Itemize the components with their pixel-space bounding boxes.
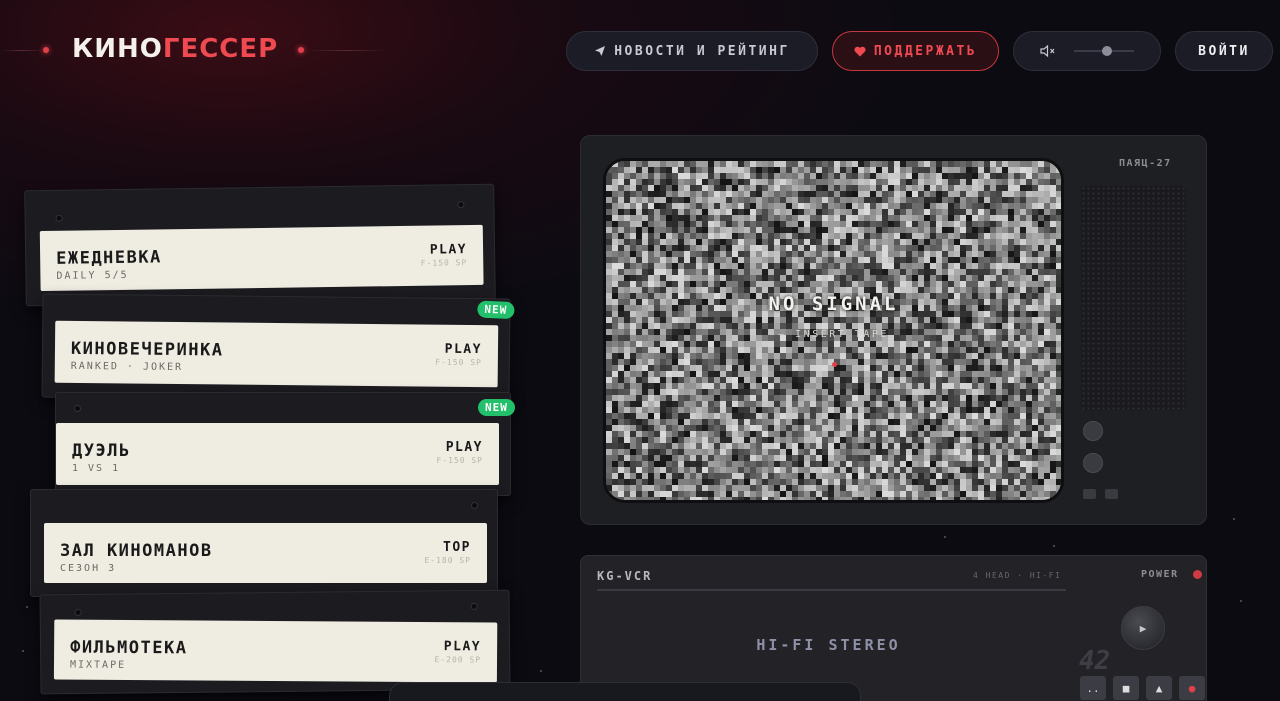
logo[interactable]: КИНОГЕССЕР [72,34,278,64]
tv-screen[interactable]: NO SIGNAL — INSERT TAPE [603,158,1064,503]
tape-slot [597,589,1066,591]
star-decoration [1240,600,1242,602]
page: КИНОГЕССЕР НОВОСТИ И РЕЙТИНГ ПОДДЕРЖАТЬ … [0,0,1280,701]
play-label[interactable]: PLAY [445,342,482,357]
bottom-panel [389,682,861,701]
news-rating-label: НОВОСТИ И РЕЙТИНГ [614,43,790,59]
volume-slider-handle[interactable] [1102,46,1112,56]
header-line [306,50,386,51]
cassette-subtitle: MIXTAPE [69,659,127,671]
stop-button[interactable]: ■ [1113,676,1139,700]
support-label: ПОДДЕРЖАТЬ [873,43,978,59]
screw [74,405,81,412]
new-badge: NEW [477,300,515,320]
login-button[interactable]: ВОЙТИ [1175,31,1273,71]
screw [55,214,63,222]
hifi-stereo-label: HI-FI STEREO [756,636,901,654]
signal-indicator [832,362,837,367]
header-line [0,50,44,51]
star-decoration [1053,545,1055,547]
star-decoration [26,606,28,608]
play-label[interactable]: PLAY [430,242,468,258]
cassette-label[interactable]: ЗАЛ КИНОМАНОВ СЕЗОН 3 TOP E-180 SP [44,523,487,583]
volume-slider[interactable] [1074,46,1134,56]
cassette-label[interactable]: ЕЖЕДНЕВКА DAILY 5/5 PLAY F-150 SP [39,224,484,292]
tv-knob[interactable] [1083,453,1103,473]
vcr-player: KG-VCR 4 HEAD · HI-FI POWER HI-FI STEREO… [580,555,1207,701]
cassette-title: ДУЭЛЬ [72,441,131,461]
screw [470,602,478,610]
screw [457,201,465,209]
star-decoration [540,670,542,672]
cassette-film-library[interactable]: ФИЛЬМОТЕКА MIXTAPE PLAY E-200 SP [39,589,511,695]
cassette-subtitle: DAILY 5/5 [56,269,129,282]
header-dot [298,47,304,53]
tv-knob[interactable] [1083,421,1103,441]
tape-code: F-150 SP [435,357,482,368]
screw [74,609,82,617]
play-label[interactable]: PLAY [446,440,483,455]
tv-speaker-grille [1081,186,1186,410]
eject-button[interactable]: ▲ [1146,676,1172,700]
support-button[interactable]: ПОДДЕРЖАТЬ [832,31,999,71]
power-label: POWER [1141,569,1179,580]
volume-control[interactable] [1013,31,1161,71]
cassette-title: ЕЖЕДНЕВКА [56,247,162,269]
play-label[interactable]: PLAY [444,639,481,654]
vcr-spec: 4 HEAD · HI-FI [973,571,1062,580]
top-label[interactable]: TOP [443,540,471,555]
cassette-title: КИНОВЕЧЕРИНКА [70,338,224,361]
cassette-label[interactable]: ДУЭЛЬ 1 VS 1 PLAY F-150 SP [56,423,499,485]
no-signal-text: NO SIGNAL [768,293,899,315]
new-badge: NEW [478,399,515,416]
cassette-subtitle: 1 VS 1 [72,463,121,474]
cassette-duel[interactable]: ДУЭЛЬ 1 VS 1 PLAY F-150 SP NEW [55,392,515,496]
power-led[interactable] [1193,570,1202,579]
heart-icon [854,46,866,56]
login-label: ВОЙТИ [1198,43,1250,59]
rewind-button[interactable]: .. [1080,676,1106,700]
star-decoration [944,536,946,538]
tape-code: E-180 SP [424,556,471,565]
record-button[interactable]: ● [1179,676,1205,700]
header-dot [43,47,49,53]
tv-set: NO SIGNAL — INSERT TAPE ПАЯЦ-27 [580,135,1207,525]
cassette-label[interactable]: ФИЛЬМОТЕКА MIXTAPE PLAY E-200 SP [53,619,498,683]
tv-small-button[interactable] [1105,489,1118,499]
tape-code: F-150 SP [436,456,483,465]
tape-code: E-200 SP [434,655,482,665]
news-rating-button[interactable]: НОВОСТИ И РЕЙТИНГ [566,31,818,71]
screw [471,502,478,509]
cassette-title: ЗАЛ КИНОМАНОВ [60,541,213,561]
play-icon[interactable]: ▶ [1121,606,1165,650]
cassette-title: ФИЛЬМОТЕКА [70,637,188,659]
star-decoration [1233,518,1235,520]
tv-model-label: ПАЯЦ-27 [1119,158,1172,169]
cassette-subtitle: RANKED · JOKER [70,360,184,374]
paper-plane-icon [595,46,606,56]
cassette-subtitle: СЕЗОН 3 [60,563,117,574]
cassette-movie-party[interactable]: КИНОВЕЧЕРИНКА RANKED · JOKER PLAY F-150 … [41,293,515,403]
cassette-label[interactable]: КИНОВЕЧЕРИНКА RANKED · JOKER PLAY F-150 … [54,320,499,388]
star-decoration [22,650,24,652]
tv-small-button[interactable] [1083,489,1096,499]
cassette-daily[interactable]: ЕЖЕДНЕВКА DAILY 5/5 PLAY F-150 SP [24,183,496,307]
vcr-brand: KG-VCR [597,569,653,583]
insert-tape-text: — INSERT TAPE [778,329,889,340]
tape-code: F-150 SP [420,258,468,268]
cassette-cinephile-hall[interactable]: ЗАЛ КИНОМАНОВ СЕЗОН 3 TOP E-180 SP [30,489,498,597]
mute-icon[interactable] [1040,45,1056,57]
tape-counter: 42 [1079,646,1111,676]
